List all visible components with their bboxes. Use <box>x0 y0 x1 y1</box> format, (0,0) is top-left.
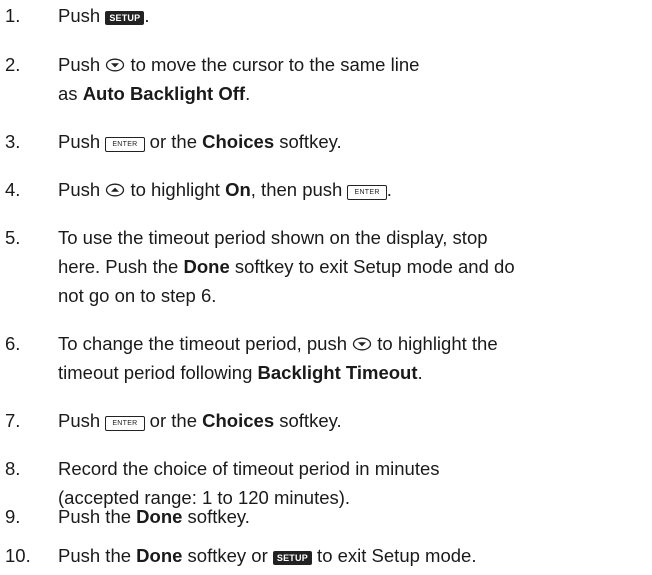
step-number: 5. <box>5 227 21 248</box>
step-number: 8. <box>5 458 21 479</box>
step-number: 2. <box>5 54 21 75</box>
step-number: 1. <box>5 5 21 26</box>
enter-key-icon: ENTER <box>105 137 145 152</box>
step-text: Push the Done softkey or SETUP to exit S… <box>58 545 477 566</box>
step-number: 10. <box>5 545 31 566</box>
step-number: 7. <box>5 410 21 431</box>
setup-key-icon: SETUP <box>272 551 312 565</box>
up-arrow-icon <box>106 183 125 197</box>
step-text: Push the Done softkey. <box>58 506 250 527</box>
step-text: To change the timeout period, push to hi… <box>58 333 498 383</box>
procedure-steps: 1. Push SETUP. 2. Push to move the curso… <box>0 0 652 575</box>
step-number: 6. <box>5 333 21 354</box>
step-text: Push ENTER or the Choices softkey. <box>58 131 342 152</box>
step-text: Push to highlight On, then push ENTER. <box>58 179 392 200</box>
enter-key-icon: ENTER <box>347 185 387 200</box>
setup-key-icon: SETUP <box>105 11 145 25</box>
enter-key-icon: ENTER <box>105 416 145 431</box>
down-arrow-icon <box>352 337 372 351</box>
step-number: 4. <box>5 179 21 200</box>
step-text: Push SETUP. <box>58 5 150 26</box>
step-text: To use the timeout period shown on the d… <box>58 227 515 306</box>
down-arrow-icon <box>106 58 125 72</box>
step-number: 9. <box>5 506 21 527</box>
step-text: Push ENTER or the Choices softkey. <box>58 410 342 431</box>
step-number: 3. <box>5 131 21 152</box>
step-text: Push to move the cursor to the same line… <box>58 54 420 104</box>
